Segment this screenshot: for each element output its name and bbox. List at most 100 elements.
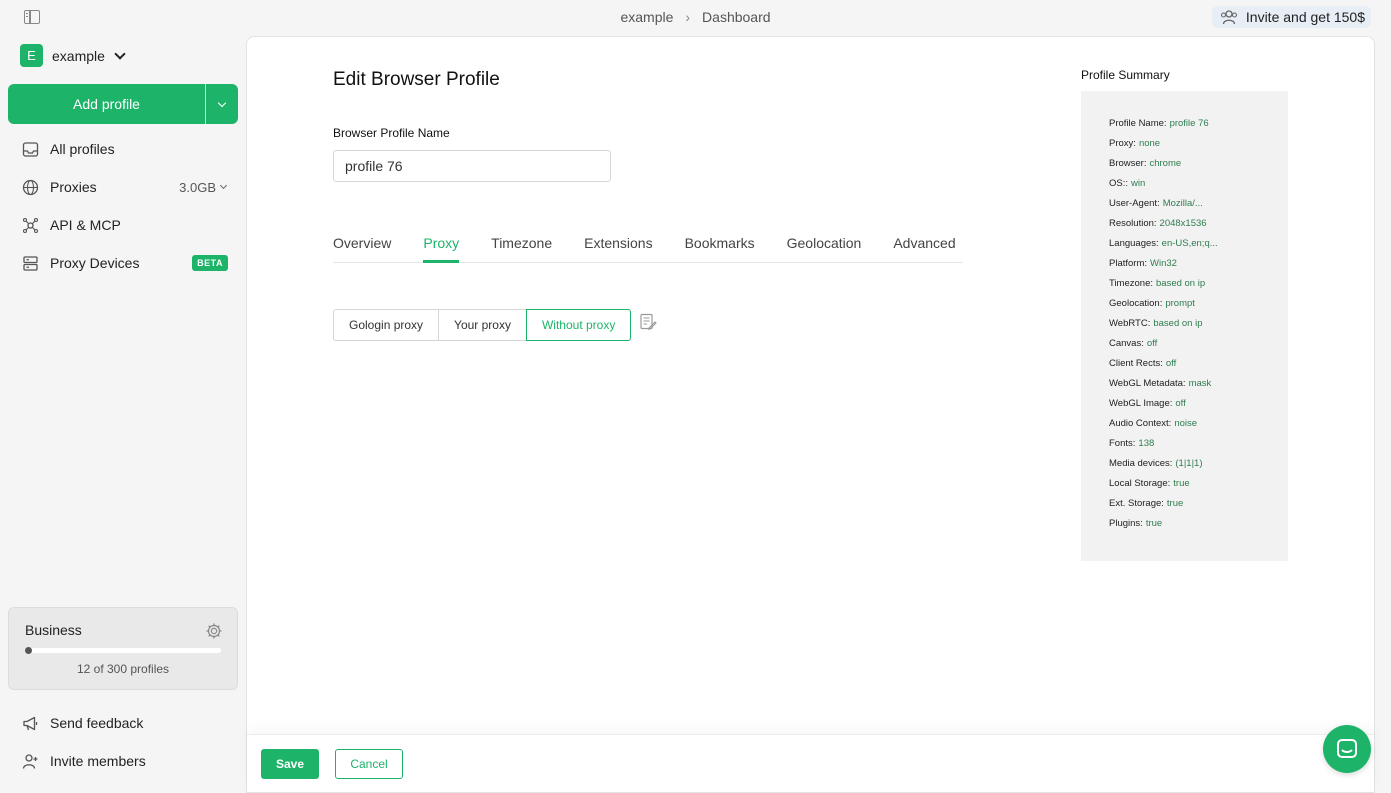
- sidebar-bottom-nav: Send feedback Invite members: [0, 704, 246, 780]
- sidebar-item-invite-members[interactable]: Invite members: [0, 742, 246, 780]
- summary-key: Ext. Storage:: [1109, 498, 1164, 509]
- sidebar-item-label: API & MCP: [50, 217, 121, 233]
- cancel-button[interactable]: Cancel: [335, 749, 403, 779]
- profile-summary-panel: Profile Name: profile 76 Proxy: none Brows…: [1081, 91, 1288, 561]
- summary-key: Languages:: [1109, 238, 1159, 249]
- chevron-right-icon: ›: [685, 9, 691, 25]
- add-profile-button[interactable]: Add profile: [8, 84, 206, 124]
- summary-key: WebRTC:: [1109, 318, 1151, 329]
- chat-support-button[interactable]: [1323, 725, 1371, 773]
- sidebar-item-label: Proxy Devices: [50, 255, 140, 271]
- workspace-switcher[interactable]: E example: [20, 44, 126, 67]
- summary-value: off: [1165, 358, 1177, 369]
- form-footer: Save Cancel: [247, 734, 1374, 793]
- profile-tabs: Overview Proxy Timezone Extensions Bookm…: [333, 225, 963, 263]
- gologin-proxy-option[interactable]: Gologin proxy: [333, 309, 440, 341]
- summary-value: (1|1|1): [1175, 458, 1203, 469]
- summary-key: WebGL Image:: [1109, 398, 1173, 409]
- summary-value: none: [1138, 138, 1161, 149]
- tab-proxy[interactable]: Proxy: [423, 225, 459, 263]
- summary-key: Timezone:: [1109, 278, 1153, 289]
- summary-value: Mozilla/...: [1162, 198, 1203, 209]
- profile-summary-title: Profile Summary: [1081, 68, 1170, 82]
- summary-row: OS:: win: [1109, 178, 1288, 198]
- summary-key: Resolution:: [1109, 218, 1157, 229]
- proxy-type-selector: Gologin proxy Your proxy Without proxy: [333, 309, 632, 341]
- sidebar-nav: All profiles Proxies 3.0GB API & MCP Pro…: [0, 130, 246, 282]
- tab-timezone[interactable]: Timezone: [491, 225, 552, 262]
- gear-icon[interactable]: [205, 622, 223, 640]
- summary-row: Media devices: (1|1|1): [1109, 458, 1288, 478]
- invite-button[interactable]: Invite and get 150$: [1211, 6, 1371, 28]
- summary-row: WebGL Image: off: [1109, 398, 1288, 418]
- summary-value: off: [1175, 398, 1186, 409]
- summary-key: Canvas:: [1109, 338, 1144, 349]
- summary-row: WebGL Metadata: mask: [1109, 378, 1288, 398]
- proxy-traffic-dropdown[interactable]: 3.0GB: [179, 179, 228, 195]
- summary-value: en-US,en;q...: [1161, 238, 1218, 249]
- plan-usage-label: 12 of 300 profiles: [76, 662, 170, 676]
- summary-row: Local Storage: true: [1109, 478, 1288, 498]
- add-profile-button-group: Add profile: [8, 84, 238, 124]
- sidebar-item-api-mcp[interactable]: API & MCP: [0, 206, 246, 244]
- profile-name-input[interactable]: [333, 150, 611, 182]
- chevron-down-icon: [217, 98, 227, 107]
- summary-value: prompt: [1165, 298, 1195, 309]
- summary-value: 2048x1536: [1159, 218, 1207, 229]
- summary-row: Plugins: true: [1109, 518, 1288, 538]
- summary-row: Platform: Win32: [1109, 258, 1288, 278]
- edit-notes-icon[interactable]: [639, 313, 657, 331]
- sidebar-item-proxy-devices[interactable]: Proxy Devices BETA: [0, 244, 246, 282]
- summary-row: Browser: chrome: [1109, 158, 1288, 178]
- tab-extensions[interactable]: Extensions: [584, 225, 652, 262]
- plan-usage-fill: [25, 647, 32, 654]
- megaphone-icon: [23, 716, 38, 730]
- summary-row: Fonts: 138: [1109, 438, 1288, 458]
- tab-advanced[interactable]: Advanced: [893, 225, 955, 262]
- sidebar-item-proxies[interactable]: Proxies 3.0GB: [0, 168, 246, 206]
- api-icon: [22, 217, 39, 233]
- sidebar-item-all-profiles[interactable]: All profiles: [0, 130, 246, 168]
- breadcrumb-workspace[interactable]: example: [620, 9, 673, 25]
- summary-value: based on ip: [1153, 318, 1203, 329]
- summary-value: profile 76: [1169, 118, 1209, 129]
- without-proxy-option[interactable]: Without proxy: [525, 309, 632, 341]
- breadcrumb-page: Dashboard: [702, 9, 771, 25]
- inbox-icon: [22, 141, 39, 157]
- summary-key: Plugins:: [1109, 518, 1143, 529]
- workspace-avatar: E: [20, 44, 43, 67]
- summary-key: Local Storage:: [1109, 478, 1171, 489]
- sidebar-item-send-feedback[interactable]: Send feedback: [0, 704, 246, 742]
- profile-name-label: Browser Profile Name: [333, 126, 450, 140]
- summary-value: true: [1145, 518, 1163, 529]
- page-title: Edit Browser Profile: [333, 69, 500, 90]
- summary-row: Canvas: off: [1109, 338, 1288, 358]
- sidebar: E example Add profile All profiles Proxi…: [0, 36, 246, 793]
- globe-icon: [22, 179, 39, 195]
- tab-bookmarks[interactable]: Bookmarks: [685, 225, 755, 262]
- add-profile-dropdown-button[interactable]: [206, 84, 238, 124]
- summary-value: Win32: [1150, 258, 1177, 269]
- summary-key: Client Rects:: [1109, 358, 1163, 369]
- chevron-down-icon: [114, 47, 126, 60]
- plan-usage-bar: [25, 647, 221, 654]
- summary-key: Profile Name:: [1109, 118, 1167, 129]
- tab-overview[interactable]: Overview: [333, 225, 391, 262]
- summary-row: Timezone: based on ip: [1109, 278, 1288, 298]
- summary-value: true: [1166, 498, 1184, 509]
- summary-key: Audio Context:: [1109, 418, 1172, 429]
- summary-row: WebRTC: based on ip: [1109, 318, 1288, 338]
- summary-row: Proxy: none: [1109, 138, 1288, 158]
- summary-value: off: [1146, 338, 1158, 349]
- tab-geolocation[interactable]: Geolocation: [787, 225, 862, 262]
- proxy-traffic-value: 3.0GB: [179, 179, 216, 195]
- summary-row: Client Rects: off: [1109, 358, 1288, 378]
- plan-card: Business 12 of 300 profiles: [8, 607, 238, 690]
- summary-row: Ext. Storage: true: [1109, 498, 1288, 518]
- your-proxy-option[interactable]: Your proxy: [438, 309, 527, 341]
- summary-value: based on ip: [1156, 278, 1206, 289]
- sidebar-item-label: Invite members: [50, 753, 146, 769]
- save-button[interactable]: Save: [261, 749, 319, 779]
- summary-value: 138: [1138, 438, 1155, 449]
- summary-row: Geolocation: prompt: [1109, 298, 1288, 318]
